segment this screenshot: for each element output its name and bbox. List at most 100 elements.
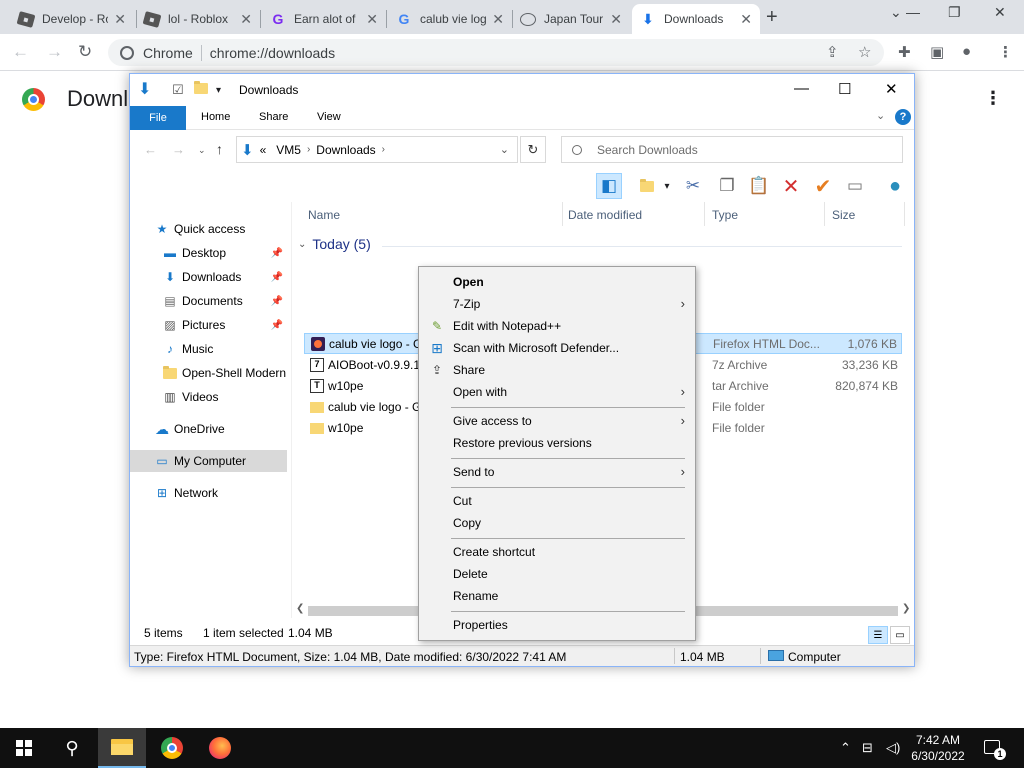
copy-icon[interactable]: ❐: [714, 173, 740, 199]
nav-documents[interactable]: ▤ Documents 📌: [162, 290, 287, 312]
customize-toolbar-icon[interactable]: ▾: [216, 85, 221, 96]
tab-view[interactable]: View: [317, 111, 341, 123]
properties-check-icon[interactable]: ✔: [810, 173, 836, 199]
column-size[interactable]: Size: [832, 208, 855, 222]
explorer-address-bar[interactable]: ⬇ « VM5 › Downloads › ⌄: [236, 136, 518, 163]
nav-network[interactable]: ⊞ Network: [154, 482, 311, 504]
search-button[interactable]: ⚲: [48, 728, 96, 768]
chevron-down-icon[interactable]: ⌄: [500, 143, 509, 156]
side-panel-icon[interactable]: ▣: [930, 43, 944, 61]
tab-file[interactable]: File: [130, 106, 186, 130]
menu-item-copy[interactable]: Copy: [421, 512, 693, 534]
menu-item-give-access[interactable]: Give access to ›: [421, 410, 693, 432]
tab-downloads[interactable]: ⬇ Downloads ✕: [632, 4, 760, 34]
close-icon[interactable]: ✕: [114, 11, 126, 28]
chevron-right-icon[interactable]: ›: [382, 144, 385, 155]
tab-home[interactable]: Home: [201, 111, 230, 123]
menu-item-cut[interactable]: Cut: [421, 490, 693, 512]
menu-item-create-shortcut[interactable]: Create shortcut: [421, 541, 693, 563]
profile-icon[interactable]: ●: [962, 43, 971, 60]
breadcrumb-downloads[interactable]: Downloads: [316, 143, 375, 157]
cut-icon[interactable]: ✂: [680, 173, 706, 199]
start-button[interactable]: [0, 728, 48, 768]
back-button[interactable]: ←: [12, 42, 29, 62]
pin-icon[interactable]: 📌: [271, 248, 283, 259]
email-icon[interactable]: ▭: [842, 173, 868, 199]
close-window-button[interactable]: ✕: [885, 80, 898, 98]
back-button[interactable]: ←: [144, 142, 157, 157]
network-tray-icon[interactable]: ⊟: [862, 740, 873, 756]
chevron-down-icon[interactable]: ⌄: [876, 109, 885, 122]
globe-icon[interactable]: ●: [882, 173, 908, 199]
menu-item-delete[interactable]: Delete: [421, 563, 693, 585]
menu-item-restore-versions[interactable]: Restore previous versions: [421, 432, 693, 454]
chevron-up-icon[interactable]: ⌃: [840, 740, 851, 756]
menu-item-edit-notepad[interactable]: ✎ Edit with Notepad++: [421, 315, 693, 337]
menu-item-properties[interactable]: Properties: [421, 614, 693, 636]
pin-icon[interactable]: 📌: [271, 296, 283, 307]
extensions-icon[interactable]: ✚: [898, 43, 911, 61]
forward-button[interactable]: →: [172, 142, 185, 157]
breadcrumb-vm5[interactable]: VM5: [276, 143, 301, 157]
taskbar-file-explorer[interactable]: [98, 728, 146, 768]
nav-my-computer[interactable]: ▭ My Computer: [130, 450, 287, 472]
tab-lol-roblox[interactable]: lol - Roblox ✕: [136, 4, 260, 34]
search-input[interactable]: Search Downloads: [561, 136, 903, 163]
details-view-icon[interactable]: ☰: [868, 626, 888, 644]
delete-icon[interactable]: ✕: [778, 173, 804, 199]
column-type[interactable]: Type: [712, 208, 738, 222]
maximize-button[interactable]: ❐: [948, 4, 961, 21]
nav-desktop[interactable]: ▬ Desktop 📌: [162, 242, 287, 264]
bookmark-star-icon[interactable]: ☆: [858, 43, 871, 61]
large-icons-view-icon[interactable]: ▭: [890, 626, 910, 644]
properties-check-icon[interactable]: ☑: [172, 82, 184, 98]
menu-item-scan-defender[interactable]: ⊞ Scan with Microsoft Defender...: [421, 337, 693, 359]
system-clock[interactable]: 7:42 AM 6/30/2022: [900, 732, 976, 764]
page-menu-icon[interactable]: ⋮: [984, 88, 1002, 109]
paste-icon[interactable]: 📋: [746, 173, 772, 199]
chevron-down-icon[interactable]: ▾: [660, 173, 674, 199]
tab-japan-tour[interactable]: Japan Tour ✕: [512, 4, 630, 34]
taskbar-chrome[interactable]: [148, 728, 196, 768]
close-icon[interactable]: ✕: [740, 11, 752, 28]
forward-button[interactable]: →: [46, 42, 63, 62]
group-header-today[interactable]: ⌄ Today (5): [298, 236, 371, 252]
menu-item-7zip[interactable]: 7-Zip ›: [421, 293, 693, 315]
address-bar[interactable]: Chrome chrome://downloads: [108, 39, 884, 66]
nav-onedrive[interactable]: ☁ OneDrive: [154, 418, 311, 440]
maximize-button[interactable]: ☐: [838, 80, 851, 98]
tab-calub-vie-logo[interactable]: G calub vie logo ✕: [388, 4, 512, 34]
column-name[interactable]: Name: [308, 208, 340, 222]
tab-develop-roblox[interactable]: Develop - Roblox ✕: [10, 4, 134, 34]
menu-item-open-with[interactable]: Open with ›: [421, 381, 693, 403]
pin-icon[interactable]: 📌: [271, 272, 283, 283]
minimize-button[interactable]: —: [906, 4, 920, 20]
close-icon[interactable]: ✕: [492, 11, 504, 28]
nav-music[interactable]: ♪ Music: [162, 338, 287, 360]
chrome-menu-icon[interactable]: ⋮: [998, 43, 1013, 61]
close-icon[interactable]: ✕: [610, 11, 622, 28]
new-tab-button[interactable]: +: [766, 6, 778, 29]
nav-pictures[interactable]: ▨ Pictures 📌: [162, 314, 287, 336]
recent-locations-icon[interactable]: ⌄: [198, 145, 206, 156]
nav-videos[interactable]: ▥ Videos: [162, 386, 287, 408]
up-button[interactable]: ↑: [216, 141, 223, 157]
nav-open-shell[interactable]: Open-Shell Modern: [162, 362, 287, 384]
close-icon[interactable]: ✕: [366, 11, 378, 28]
taskbar-firefox[interactable]: [196, 728, 244, 768]
chevron-right-icon[interactable]: ›: [307, 144, 310, 155]
navigation-pane-icon[interactable]: ◧: [596, 173, 622, 199]
scroll-left-icon[interactable]: ❮: [296, 603, 304, 614]
pin-icon[interactable]: 📌: [271, 320, 283, 331]
close-icon[interactable]: ✕: [240, 11, 252, 28]
help-icon[interactable]: ?: [895, 109, 911, 125]
breadcrumb-overflow[interactable]: «: [260, 143, 267, 157]
minimize-button[interactable]: —: [794, 80, 809, 97]
nav-quick-access[interactable]: ★ Quick access: [154, 218, 311, 240]
chevron-down-icon[interactable]: ⌄: [890, 4, 902, 21]
close-window-button[interactable]: ✕: [994, 4, 1006, 21]
menu-item-send-to[interactable]: Send to ›: [421, 461, 693, 483]
menu-item-rename[interactable]: Rename: [421, 585, 693, 607]
nav-downloads[interactable]: ⬇ Downloads 📌: [162, 266, 287, 288]
share-icon[interactable]: ⇪: [826, 43, 839, 61]
